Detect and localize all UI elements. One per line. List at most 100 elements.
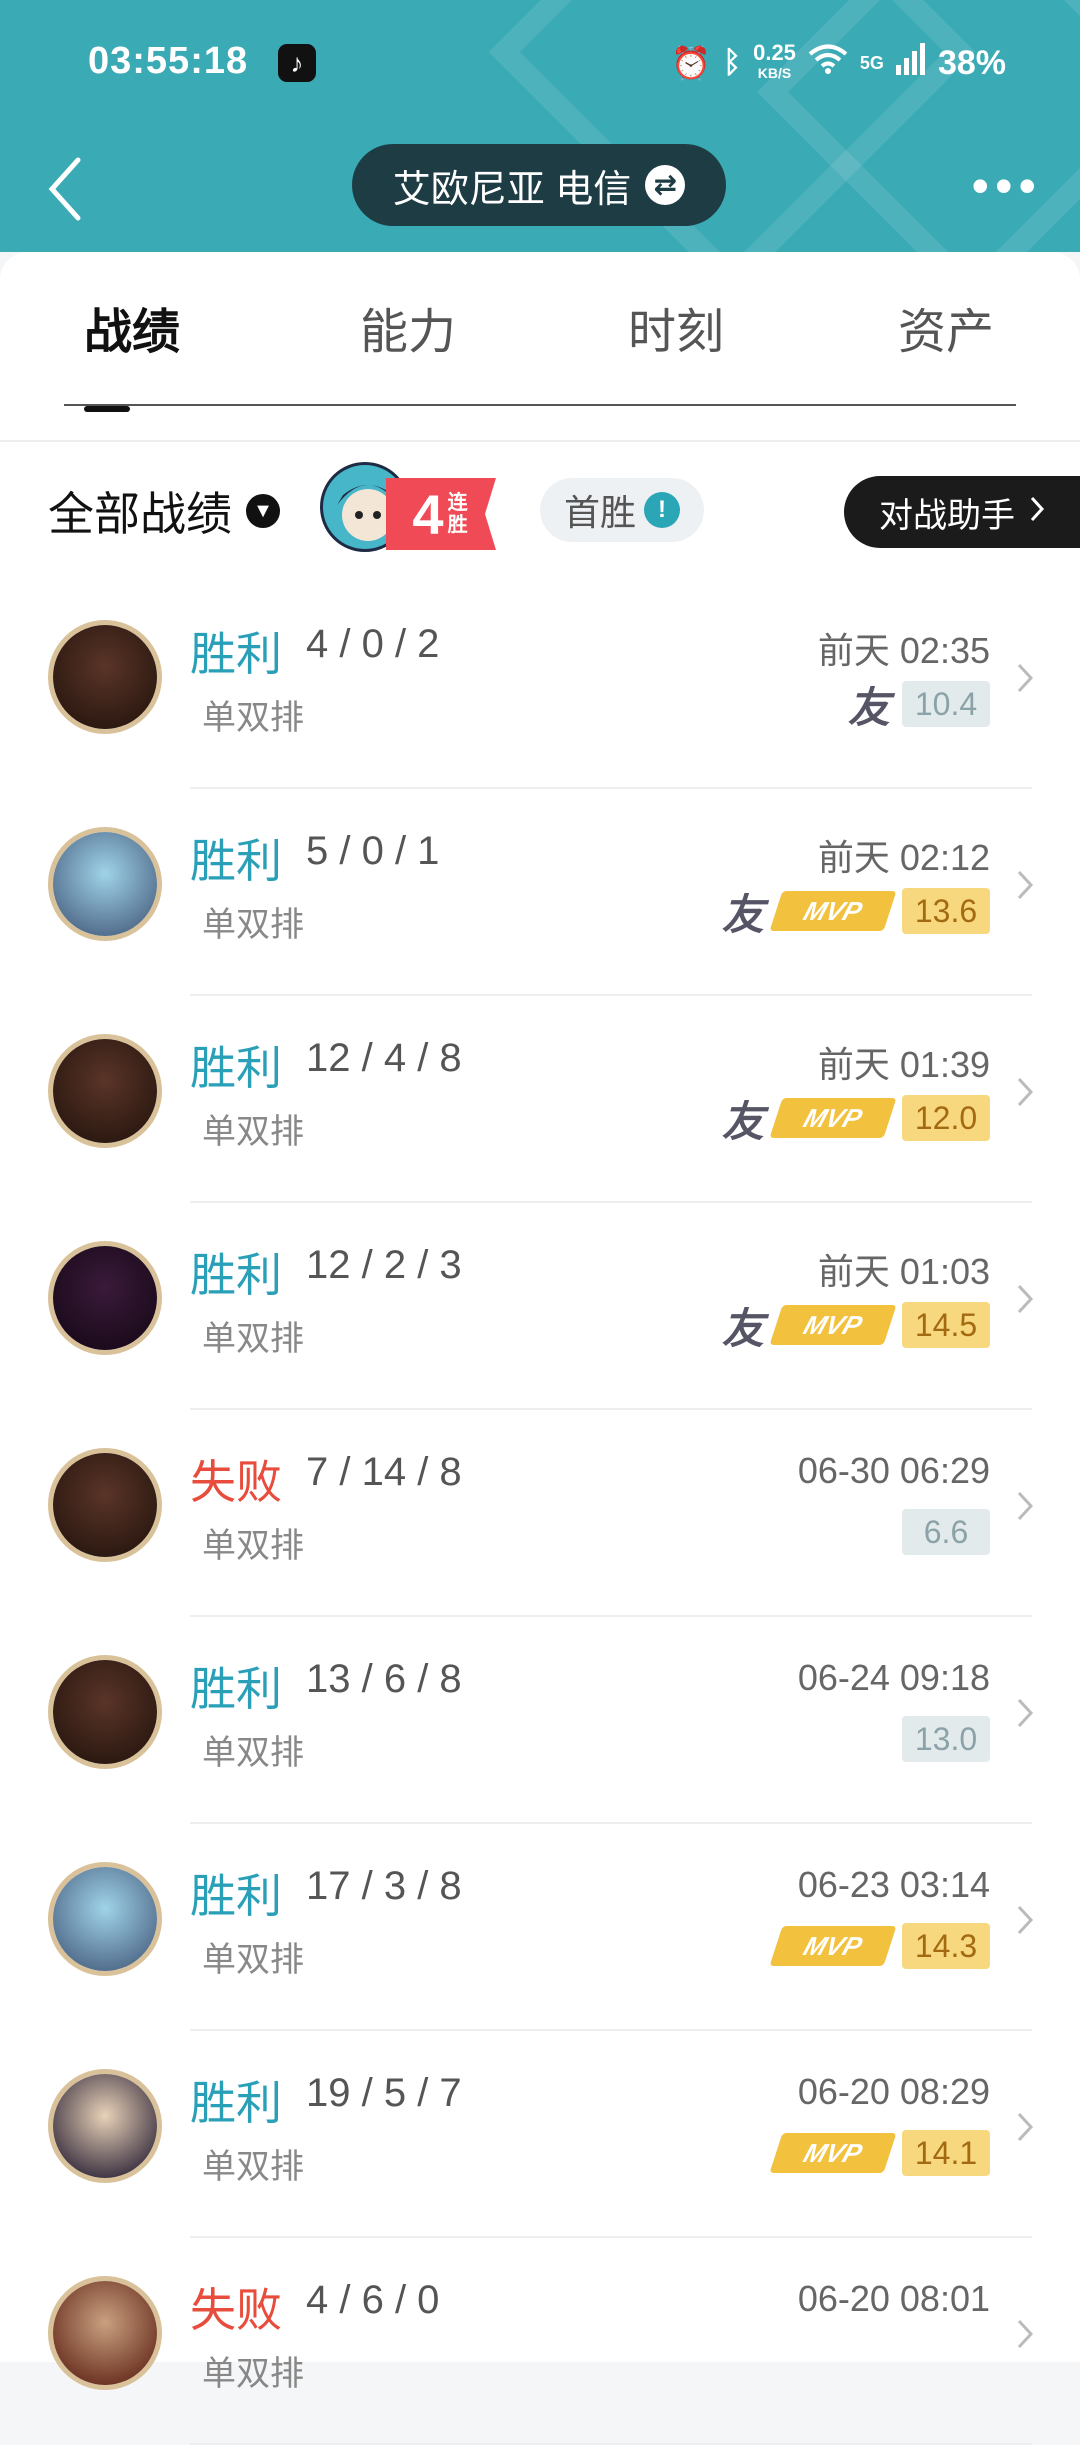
mvp-badge: MVP	[769, 1926, 897, 1966]
chevron-down-icon: ▼	[246, 494, 280, 528]
network-speed-unit: KB/S	[757, 65, 792, 81]
mvp-badge: MVP	[769, 1305, 897, 1345]
match-score: 13.6	[902, 888, 990, 934]
match-row[interactable]: 胜利 12 / 2 / 3 单双排 前天 01:03 友 MVP 14.5	[0, 1203, 1080, 1410]
match-time: 06-20 08:01	[797, 2278, 990, 2319]
match-time: 前天 01:03	[817, 1251, 990, 1292]
match-score: 12.0	[902, 1095, 990, 1141]
match-mode: 单双排	[202, 1113, 304, 1151]
status-time: 03:55:18	[88, 40, 249, 82]
match-result: 胜利	[190, 628, 282, 680]
tab-moments[interactable]: 时刻	[628, 292, 724, 362]
back-icon[interactable]	[44, 154, 98, 228]
match-row[interactable]: 胜利 4 / 0 / 2 单双排 前天 02:35 友 10.4	[0, 582, 1080, 789]
swap-icon: ⇄	[645, 165, 686, 205]
match-badges: 友 MVP 14.5	[722, 1301, 990, 1352]
match-time: 06-30 06:29	[797, 1450, 990, 1491]
tab-records[interactable]: 战绩	[84, 292, 180, 362]
champion-avatar	[48, 1448, 162, 1562]
match-time: 前天 02:35	[817, 630, 990, 671]
match-badges: 13.0	[902, 1715, 990, 1763]
match-result: 胜利	[190, 1042, 282, 1094]
champion-avatar	[48, 2069, 162, 2183]
win-streak-badge[interactable]: 4 连胜	[320, 462, 500, 552]
match-row[interactable]: 胜利 13 / 6 / 8 单双排 06-24 09:18 13.0	[0, 1617, 1080, 1824]
mvp-badge: MVP	[769, 2133, 897, 2173]
header-background: 03:55:18 ♪ ⏰ ᛒ 0.25 KB/S 5G 38% 艾欧尼亚 电信 …	[0, 0, 1080, 252]
section-divider	[0, 440, 1080, 442]
server-switch-button[interactable]: 艾欧尼亚 电信 ⇄	[352, 144, 726, 226]
filter-label: 全部战绩	[48, 488, 232, 540]
match-row[interactable]: 胜利 12 / 4 / 8 单双排 前天 01:39 友 MVP 12.0	[0, 996, 1080, 1203]
bluetooth-icon: ᛒ	[723, 46, 742, 79]
match-time: 06-23 03:14	[797, 1864, 990, 1905]
alarm-icon: ⏰	[671, 45, 712, 81]
match-badges: MVP 14.3	[769, 1922, 990, 1970]
wifi-icon	[808, 43, 848, 83]
champion-avatar	[48, 2276, 162, 2390]
chevron-right-icon	[1016, 863, 1034, 911]
match-score: 14.1	[902, 2130, 990, 2176]
tab-underline	[64, 404, 1016, 406]
match-time: 06-20 08:29	[797, 2071, 990, 2112]
match-mode: 单双排	[202, 1734, 304, 1772]
match-result: 胜利	[190, 1249, 282, 1301]
champion-portrait	[53, 1660, 157, 1764]
main-card: 战绩 能力 时刻 资产 全部战绩 ▼ 4 连胜 首胜 ! 对战助手 胜利 4 / …	[0, 252, 1080, 2445]
nav-bar: 艾欧尼亚 电信 ⇄ •••	[0, 140, 1080, 240]
tab-assets[interactable]: 资产	[898, 292, 994, 362]
match-time: 06-24 09:18	[797, 1657, 990, 1698]
champion-avatar	[48, 620, 162, 734]
match-mode: 单双排	[202, 2355, 304, 2393]
chevron-right-icon	[1016, 1898, 1034, 1946]
tab-ability[interactable]: 能力	[360, 292, 456, 362]
chevron-right-icon	[1016, 2105, 1034, 2153]
match-time: 前天 02:12	[817, 837, 990, 878]
chevron-right-icon	[1016, 1070, 1034, 1118]
chevron-right-icon	[1016, 1691, 1034, 1739]
match-result: 失败	[190, 2284, 282, 2336]
more-icon[interactable]: •••	[971, 161, 1042, 211]
match-kda: 12 / 2 / 3	[306, 1243, 462, 1287]
champion-portrait	[53, 1246, 157, 1350]
first-win-chip[interactable]: 首胜 !	[540, 478, 704, 542]
match-kda: 19 / 5 / 7	[306, 2071, 462, 2115]
champion-avatar	[48, 1862, 162, 1976]
friend-badge: 友	[721, 1097, 764, 1145]
champion-portrait	[53, 2281, 157, 2385]
match-kda: 12 / 4 / 8	[306, 1036, 462, 1080]
match-score: 6.6	[902, 1509, 990, 1555]
match-kda: 7 / 14 / 8	[306, 1450, 462, 1494]
match-result: 胜利	[190, 1870, 282, 1922]
signal-icon	[895, 42, 926, 84]
match-mode: 单双排	[202, 699, 304, 737]
match-mode: 单双排	[202, 1320, 304, 1358]
chevron-right-icon	[1016, 1277, 1034, 1325]
champion-portrait	[53, 625, 157, 729]
match-row[interactable]: 胜利 17 / 3 / 8 单双排 06-23 03:14 MVP 14.3	[0, 1824, 1080, 2031]
champion-portrait	[53, 1039, 157, 1143]
match-row[interactable]: 胜利 5 / 0 / 1 单双排 前天 02:12 友 MVP 13.6	[0, 789, 1080, 996]
battle-assistant-button[interactable]: 对战助手	[844, 476, 1080, 548]
match-row[interactable]: 失败 4 / 6 / 0 单双排 06-20 08:01	[0, 2238, 1080, 2445]
champion-portrait	[53, 832, 157, 936]
champion-avatar	[48, 1034, 162, 1148]
match-badges: MVP 14.1	[769, 2129, 990, 2177]
streak-count-badge: 4 连胜	[386, 478, 496, 550]
match-row[interactable]: 失败 7 / 14 / 8 单双排 06-30 06:29 6.6	[0, 1410, 1080, 1617]
info-icon: !	[644, 492, 680, 528]
match-mode: 单双排	[202, 1527, 304, 1565]
champion-avatar	[48, 1241, 162, 1355]
match-mode: 单双排	[202, 2148, 304, 2186]
match-row[interactable]: 胜利 19 / 5 / 7 单双排 06-20 08:29 MVP 14.1	[0, 2031, 1080, 2238]
records-filter[interactable]: 全部战绩 ▼	[48, 478, 280, 544]
match-result: 胜利	[190, 835, 282, 887]
server-name: 艾欧尼亚 电信	[392, 168, 632, 211]
match-kda: 17 / 3 / 8	[306, 1864, 462, 1908]
mvp-badge: MVP	[769, 1098, 897, 1138]
status-icons: ⏰ ᛒ 0.25 KB/S 5G 38%	[671, 38, 1006, 88]
match-kda: 4 / 0 / 2	[306, 622, 440, 666]
friend-badge: 友	[721, 890, 764, 938]
first-win-label: 首胜	[563, 492, 636, 533]
friend-badge: 友	[721, 1304, 764, 1352]
